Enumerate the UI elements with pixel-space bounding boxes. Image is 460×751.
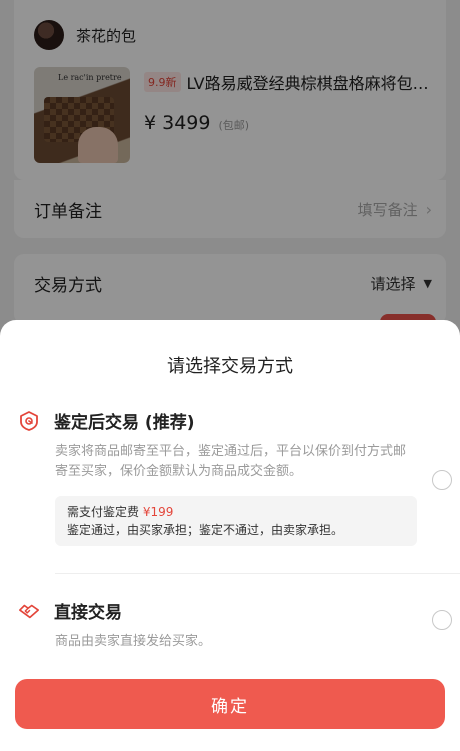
shield-icon (18, 410, 40, 432)
option-direct-trade[interactable]: 直接交易 商品由卖家直接发给买家。 (0, 592, 460, 672)
option-radio[interactable] (432, 470, 452, 490)
trade-method-sheet: 请选择交易方式 鉴定后交易 (推荐) 卖家将商品邮寄至平台，鉴定通过后，平台以保… (0, 320, 460, 751)
fee-line: 需支付鉴定费 ¥199 (67, 503, 405, 521)
fee-amount: ¥199 (142, 505, 174, 519)
sheet-title: 请选择交易方式 (167, 356, 293, 377)
option-description: 商品由卖家直接发给买家。 (55, 634, 212, 649)
option-radio[interactable] (432, 610, 452, 630)
confirm-button[interactable]: 确定 (15, 679, 445, 729)
option-name: 直接交易 (54, 603, 122, 623)
fee-note: 鉴定通过，由买家承担；鉴定不通过，由卖家承担。 (67, 523, 344, 537)
option-name: 鉴定后交易 (推荐) (54, 413, 195, 433)
option-header: 直接交易 (18, 598, 122, 623)
fee-info-box: 需支付鉴定费 ¥199 鉴定通过，由买家承担；鉴定不通过，由卖家承担。 (55, 496, 417, 546)
fee-label: 需支付鉴定费 (67, 505, 140, 519)
handshake-icon (18, 600, 40, 622)
option-header: 鉴定后交易 (推荐) (18, 408, 194, 433)
divider (55, 573, 460, 574)
option-description: 卖家将商品邮寄至平台，鉴定通过后，平台以保价到付方式邮寄至买家，保价金额默认为商… (55, 444, 407, 479)
option-authenticated-trade[interactable]: 鉴定后交易 (推荐) 卖家将商品邮寄至平台，鉴定通过后，平台以保价到付方式邮寄至… (0, 402, 460, 572)
